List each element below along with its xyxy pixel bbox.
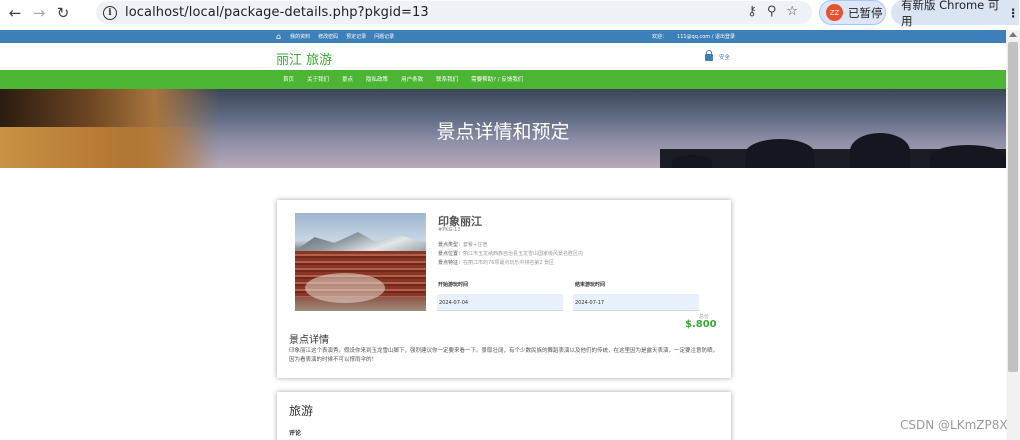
scroll-thumb[interactable] [1008, 42, 1018, 372]
end-date-input[interactable]: 2024-07-17 [573, 294, 699, 311]
feature-label: 景点特征： [438, 260, 464, 266]
home-icon[interactable]: ⌂ [276, 32, 281, 41]
page-banner: 景点详情和预定 [0, 89, 1006, 168]
brand-main: 丽江 [276, 53, 303, 68]
top-bar: ⌂ 我的资料 修改密码 预定记录 问题记录 欢迎： 111@qq.com / 退出… [0, 30, 1006, 43]
watermark: CSDN @LKmZP8X [900, 418, 1008, 432]
nav-item-home[interactable]: 首页 [283, 75, 294, 83]
nav-item-terms[interactable]: 用户条款 [401, 75, 423, 83]
package-photo [295, 213, 426, 311]
review-heading: 旅游 [289, 404, 314, 418]
package-price: $.800 [685, 319, 717, 330]
package-features: 景点特征：在丽江市的76项最点玩乐中排名第2 景区 [438, 259, 554, 266]
zoom-icon[interactable]: ⚲ [767, 4, 777, 19]
location-value: 丽江市玉龙纳西族自治县玉龙雪山国家级风景名胜区内 [463, 251, 584, 257]
avatar: ZZ [826, 4, 843, 21]
secure-label: 安全 [719, 55, 731, 61]
bookmark-star-icon[interactable]: ☆ [786, 4, 798, 19]
start-date-input[interactable]: 2024-07-04 [437, 294, 563, 311]
type-value: 套餐+住宿 [463, 242, 488, 248]
scroll-up-arrow-icon[interactable] [1009, 32, 1017, 37]
details-heading: 景点详情 [289, 335, 329, 346]
more-menu-icon[interactable]: ⋮ [1008, 6, 1020, 20]
page-title: 景点详情和预定 [436, 121, 570, 143]
package-type: 景点类型：套餐+住宿 [438, 241, 487, 248]
feature-value: 在丽江市的76项最点玩乐中排名第2 景区 [463, 260, 555, 266]
lock-icon [705, 50, 713, 61]
start-date-label: 开始游玩时间 [438, 282, 469, 288]
package-card: 印象丽江 #PKG-13 景点类型：套餐+住宿 景点位置：丽江市玉龙纳西族自治县… [277, 200, 731, 378]
package-code: #PKG-13 [438, 227, 461, 233]
chrome-update-button[interactable]: 有新版 Chrome 可用 ⋮ [891, 0, 1020, 28]
comment-label: 评论 [289, 430, 302, 437]
url-text[interactable]: localhost/local/package-details.php?pkgi… [125, 5, 429, 20]
secure-indicator: 安全 [705, 50, 730, 61]
topbar-link-password[interactable]: 修改密码 [318, 33, 338, 40]
forward-arrow-icon[interactable]: → [28, 2, 50, 24]
details-text: 印象丽江这个表演秀，假设你来到玉龙雪山脚下，强烈建议你一定要来看一下。景取壮阔，… [289, 348, 719, 363]
profile-button[interactable]: ZZ 已暂停 [819, 0, 886, 25]
site-info-icon[interactable]: i [103, 5, 117, 20]
update-label: 有新版 Chrome 可用 [901, 0, 1000, 28]
topbar-link-issues[interactable]: 问题记录 [374, 33, 394, 40]
topbar-link-profile[interactable]: 我的资料 [290, 33, 310, 40]
nav-item-help[interactable]: 需要帮助? / 反馈我们 [471, 75, 523, 83]
web-page: ⌂ 我的资料 修改密码 预定记录 问题记录 欢迎： 111@qq.com / 退出… [0, 30, 1006, 440]
content-area: 印象丽江 #PKG-13 景点类型：套餐+住宿 景点位置：丽江市玉龙纳西族自治县… [0, 168, 1006, 440]
nav-item-packages[interactable]: 景点 [342, 75, 353, 83]
location-label: 景点位置： [438, 251, 464, 257]
site-header: 丽江 旅游 安全 [0, 43, 1006, 70]
browser-toolbar: ← → ↻ i localhost/local/package-details.… [0, 0, 1020, 28]
site-logo[interactable]: 丽江 旅游 [276, 49, 332, 68]
main-nav: 首页 关于我们 景点 隐私政策 用户条款 联系我们 需要帮助? / 反馈我们 [0, 70, 1006, 89]
type-label: 景点类型： [438, 242, 464, 248]
user-email-logout[interactable]: 111@qq.com / 退出登录 [677, 34, 735, 40]
reload-icon[interactable]: ↻ [52, 2, 74, 24]
welcome-label: 欢迎： [652, 34, 668, 40]
nav-item-privacy[interactable]: 隐私政策 [366, 75, 388, 83]
end-date-label: 结束游玩时间 [575, 282, 606, 288]
palm-silhouette [672, 155, 712, 168]
topbar-link-bookings[interactable]: 预定记录 [346, 33, 366, 40]
password-key-icon[interactable]: ⚷ [747, 4, 757, 19]
palm-silhouette [930, 145, 1006, 168]
nav-item-about[interactable]: 关于我们 [307, 75, 329, 83]
welcome-text: 欢迎： 111@qq.com / 退出登录 [652, 33, 735, 40]
brand-sub: 旅游 [306, 53, 333, 68]
package-location: 景点位置：丽江市玉龙纳西族自治县玉龙雪山国家级风景名胜区内 [438, 250, 583, 257]
profile-status: 已暂停 [848, 5, 883, 20]
address-bar[interactable]: i localhost/local/package-details.php?pk… [96, 1, 812, 24]
back-arrow-icon[interactable]: ← [4, 2, 26, 24]
page-scrollbar[interactable] [1006, 30, 1020, 440]
nav-item-contact[interactable]: 联系我们 [436, 75, 458, 83]
review-card: 旅游 评论 [277, 392, 731, 440]
